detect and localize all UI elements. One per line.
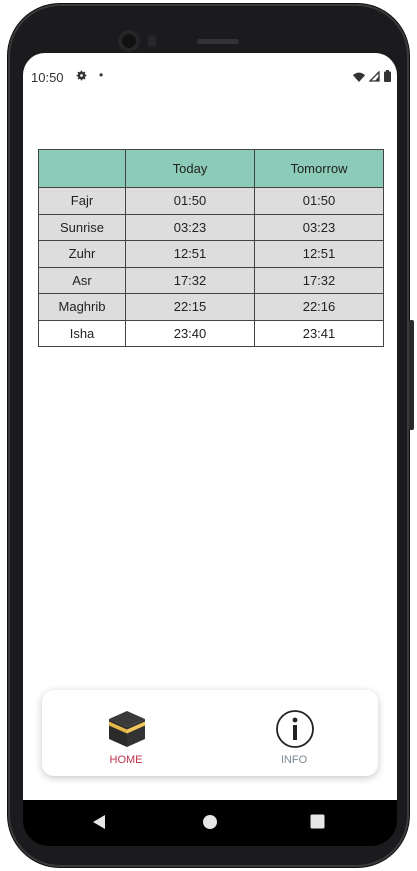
earpiece-speaker: [197, 39, 239, 44]
today-time: 17:32: [125, 266, 255, 294]
status-bar: 10:50 •: [23, 67, 397, 87]
prayer-name: Maghrib: [38, 293, 126, 321]
header-empty: [38, 149, 126, 188]
power-button: [409, 320, 414, 430]
prayer-name: Zuhr: [38, 240, 126, 268]
prayer-name: Fajr: [38, 187, 126, 215]
table-row: Fajr 01:50 01:50: [38, 187, 384, 215]
gear-icon: [75, 69, 88, 85]
today-time: 12:51: [125, 240, 255, 268]
table-header-row: Today Tomorrow: [38, 149, 384, 188]
nav-home-label: HOME: [109, 754, 143, 766]
tomorrow-time: 23:41: [254, 319, 384, 347]
tomorrow-time: 03:23: [254, 213, 384, 241]
system-navigation-bar: [23, 800, 397, 846]
kaaba-icon: [107, 709, 147, 754]
nav-info-label: INFO: [280, 754, 308, 766]
bottom-navigation: HOME INFO: [42, 690, 378, 776]
status-time: 10:50: [31, 70, 64, 85]
recents-button[interactable]: [310, 814, 325, 834]
header-tomorrow: Tomorrow: [254, 149, 384, 188]
tomorrow-time: 01:50: [254, 187, 384, 215]
nav-info-tab[interactable]: INFO: [210, 690, 378, 776]
table-row: Maghrib 22:15 22:16: [38, 293, 384, 321]
camera-sensor: [148, 35, 156, 47]
table-row: Zuhr 12:51 12:51: [38, 240, 384, 268]
today-time: 23:40: [125, 319, 255, 347]
signal-icon: [368, 70, 380, 85]
prayer-name: Sunrise: [38, 213, 126, 241]
tomorrow-time: 22:16: [254, 293, 384, 321]
info-icon: [275, 709, 315, 754]
tomorrow-time: 12:51: [254, 240, 384, 268]
front-camera: [118, 30, 140, 52]
prayer-name: Asr: [38, 266, 126, 294]
nav-home-tab[interactable]: HOME: [42, 690, 210, 776]
today-time: 22:15: [125, 293, 255, 321]
notification-dot-icon: •: [99, 68, 104, 82]
today-time: 01:50: [125, 187, 255, 215]
prayer-name: Isha: [38, 319, 126, 347]
app-screen: 10:50 • Today Tomorrow Fajr 01:50 01:50 …: [23, 53, 397, 800]
battery-icon: [384, 70, 391, 85]
wifi-icon: [353, 70, 365, 85]
today-time: 03:23: [125, 213, 255, 241]
table-row: Isha 23:40 23:41: [38, 319, 384, 347]
header-today: Today: [125, 149, 255, 188]
back-button[interactable]: [92, 814, 106, 835]
table-row: Asr 17:32 17:32: [38, 266, 384, 294]
tomorrow-time: 17:32: [254, 266, 384, 294]
home-button[interactable]: [202, 814, 218, 835]
prayer-times-table: Today Tomorrow Fajr 01:50 01:50 Sunrise …: [38, 149, 384, 347]
table-row: Sunrise 03:23 03:23: [38, 213, 384, 241]
